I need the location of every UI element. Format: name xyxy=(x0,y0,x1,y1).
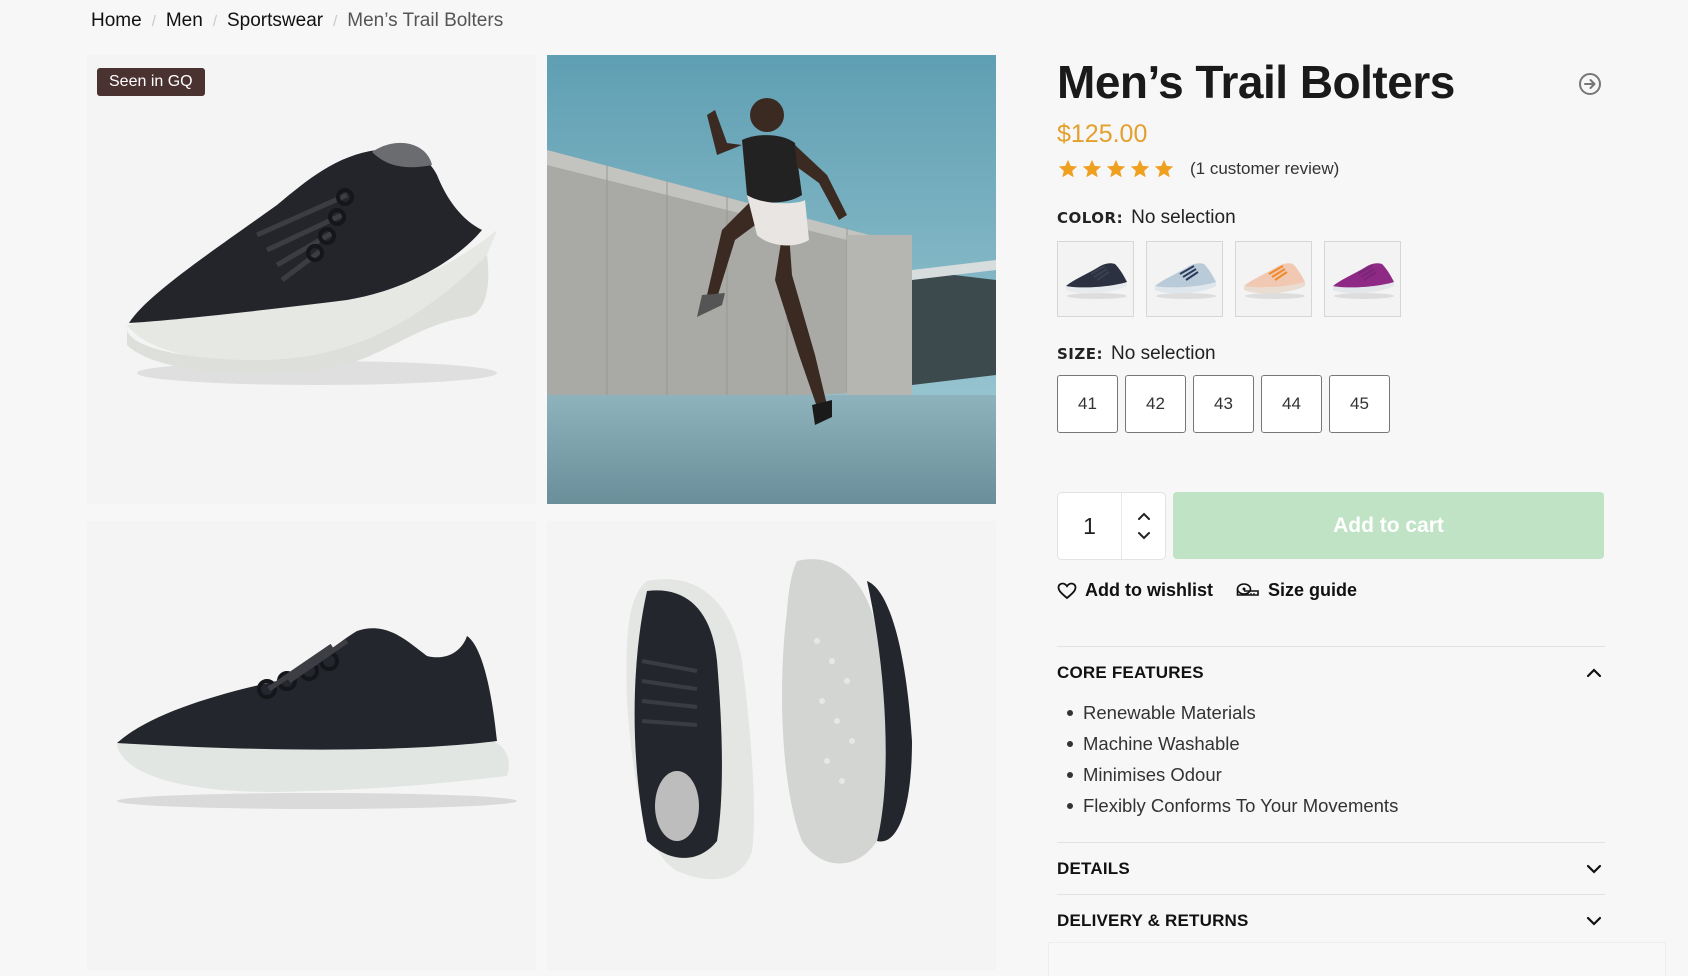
add-to-cart-button[interactable]: Add to cart xyxy=(1173,492,1604,559)
shoe-thumbnail-icon xyxy=(1243,263,1305,299)
breadcrumb-separator: / xyxy=(333,12,338,30)
color-label-key: COLOR: xyxy=(1057,209,1124,227)
accordion-core-features-title: CORE FEATURES xyxy=(1057,663,1204,682)
size-label: SIZE: No selection xyxy=(1057,343,1216,365)
color-selection-value: No selection xyxy=(1131,207,1236,228)
size-option-41[interactable]: 41 xyxy=(1057,375,1118,433)
sticky-bottom-panel xyxy=(1048,942,1666,976)
star-icon xyxy=(1106,159,1126,178)
size-option-44[interactable]: 44 xyxy=(1261,375,1322,433)
accordion-delivery-returns-header[interactable]: DELIVERY & RETURNS xyxy=(1057,895,1605,947)
breadcrumb-home[interactable]: Home xyxy=(91,10,142,32)
color-label: COLOR: No selection xyxy=(1057,207,1236,229)
feature-item: Machine Washable xyxy=(1067,728,1605,759)
quantity-stepper: 1 xyxy=(1057,492,1166,560)
gallery-image-3[interactable] xyxy=(87,521,536,970)
product-gallery: Seen in GQ xyxy=(87,55,997,976)
breadcrumb: Home / Men / Sportswear / Men’s Trail Bo… xyxy=(91,10,503,32)
feature-item: Minimises Odour xyxy=(1067,759,1605,790)
color-swatch-peach[interactable] xyxy=(1235,241,1312,317)
gallery-image-2[interactable] xyxy=(547,55,996,504)
product-actions: Add to wishlist Size guide xyxy=(1057,580,1357,601)
color-swatches xyxy=(1057,241,1401,317)
accordion-delivery-returns: DELIVERY & RETURNS xyxy=(1057,894,1605,947)
star-icon xyxy=(1130,159,1150,178)
color-swatch-purple[interactable] xyxy=(1324,241,1401,317)
customer-review-link[interactable]: (1 customer review) xyxy=(1190,159,1339,179)
chevron-up-icon xyxy=(1586,668,1602,678)
shoe-pair-image xyxy=(547,521,996,970)
product-title: Men’s Trail Bolters xyxy=(1057,56,1455,108)
size-options: 41 42 43 44 45 xyxy=(1057,375,1390,433)
star-icon xyxy=(1082,159,1102,178)
accordion-details: DETAILS xyxy=(1057,842,1605,895)
size-option-43[interactable]: 43 xyxy=(1193,375,1254,433)
chevron-down-icon[interactable] xyxy=(1137,531,1151,541)
feature-item: Flexibly Conforms To Your Movements xyxy=(1067,790,1605,821)
feature-item: Renewable Materials xyxy=(1067,697,1605,728)
size-option-42[interactable]: 42 xyxy=(1125,375,1186,433)
star-icon xyxy=(1154,159,1174,178)
size-label-key: SIZE: xyxy=(1057,345,1104,363)
chevron-down-icon xyxy=(1586,916,1602,926)
seen-in-gq-badge: Seen in GQ xyxy=(97,68,205,96)
shoe-thumbnail-icon xyxy=(1065,263,1127,299)
breadcrumb-sportswear[interactable]: Sportswear xyxy=(227,10,323,32)
accordion-core-features: CORE FEATURES Renewable Materials Machin… xyxy=(1057,646,1605,821)
measuring-tape-icon xyxy=(1236,582,1259,596)
gallery-image-1[interactable]: Seen in GQ xyxy=(87,55,536,504)
next-product-arrow-icon[interactable] xyxy=(1578,72,1602,96)
color-swatch-light-blue[interactable] xyxy=(1146,241,1223,317)
breadcrumb-separator: / xyxy=(212,12,217,30)
chevron-up-icon[interactable] xyxy=(1137,511,1151,521)
color-swatch-navy[interactable] xyxy=(1057,241,1134,317)
size-guide-label: Size guide xyxy=(1268,580,1358,600)
gallery-image-4[interactable] xyxy=(547,521,996,970)
breadcrumb-current: Men’s Trail Bolters xyxy=(347,10,504,31)
shoe-thumbnail-icon xyxy=(1332,263,1394,299)
heart-icon xyxy=(1057,582,1077,599)
breadcrumb-separator: / xyxy=(151,12,156,30)
quantity-input[interactable]: 1 xyxy=(1058,493,1122,559)
add-to-wishlist-link[interactable]: Add to wishlist xyxy=(1057,580,1213,601)
shoe-profile-image xyxy=(87,521,536,970)
shoe-thumbnail-icon xyxy=(1154,263,1216,299)
accordion-details-title: DETAILS xyxy=(1057,859,1130,878)
star-icon xyxy=(1058,159,1078,178)
accordion-details-header[interactable]: DETAILS xyxy=(1057,843,1605,895)
size-guide-link[interactable]: Size guide xyxy=(1236,580,1357,601)
chevron-down-icon xyxy=(1586,864,1602,874)
quantity-arrows xyxy=(1122,493,1165,559)
size-option-45[interactable]: 45 xyxy=(1329,375,1390,433)
size-selection-value: No selection xyxy=(1111,343,1216,364)
add-to-wishlist-label: Add to wishlist xyxy=(1085,580,1213,600)
product-rating: (1 customer review) xyxy=(1057,158,1339,180)
core-features-list: Renewable Materials Machine Washable Min… xyxy=(1057,697,1605,821)
star-rating xyxy=(1057,158,1175,180)
product-price: $125.00 xyxy=(1057,120,1148,148)
accordion-core-features-header[interactable]: CORE FEATURES xyxy=(1057,647,1605,699)
shoe-angle-image xyxy=(87,55,536,504)
lifestyle-photo xyxy=(547,55,996,504)
accordion-delivery-returns-title: DELIVERY & RETURNS xyxy=(1057,911,1249,930)
breadcrumb-men[interactable]: Men xyxy=(166,10,203,32)
